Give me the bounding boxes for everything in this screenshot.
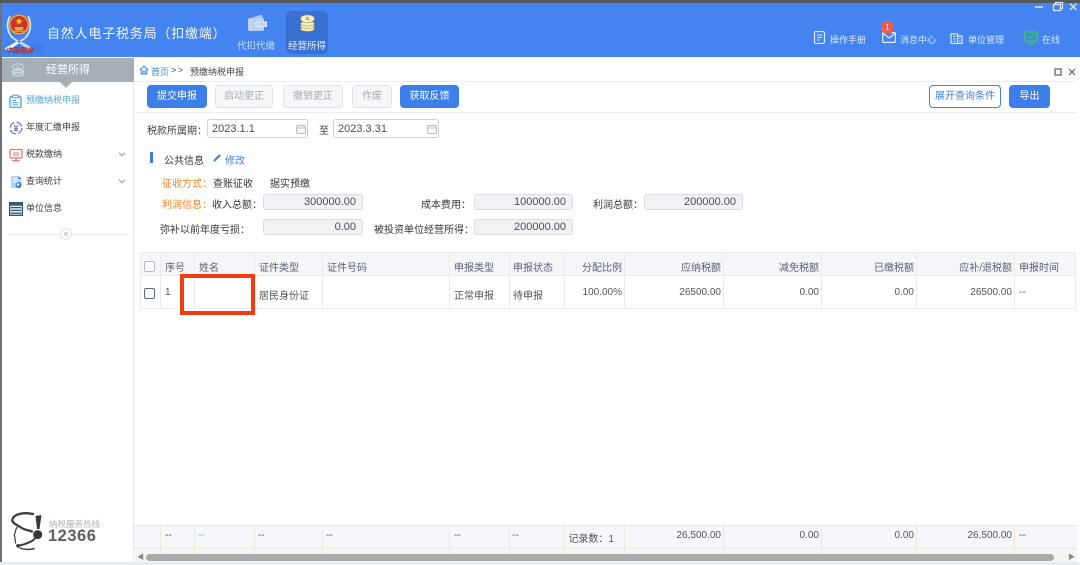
svg-text:中国税务: 中国税务: [6, 46, 35, 55]
